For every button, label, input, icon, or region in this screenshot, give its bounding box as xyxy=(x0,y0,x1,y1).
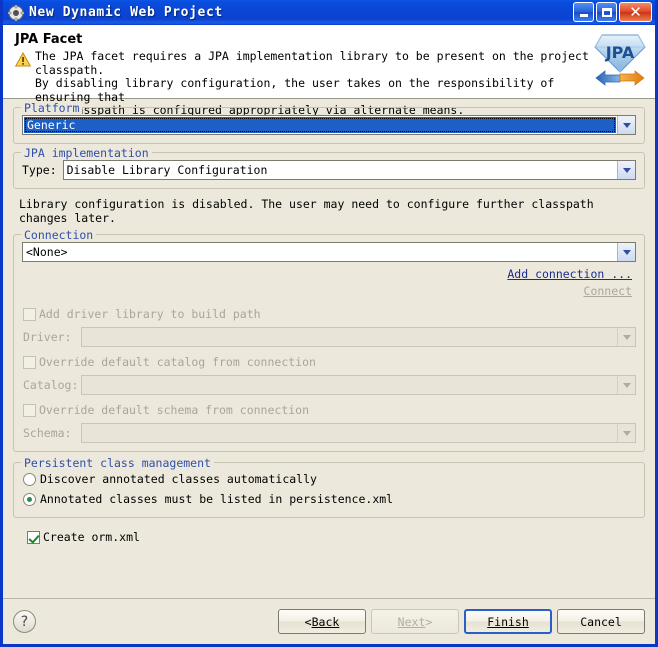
platform-combo[interactable]: Generic xyxy=(22,115,636,135)
dialog-button-bar: ? < Back Next > Finish Cancel xyxy=(3,598,655,644)
help-icon[interactable]: ? xyxy=(13,610,36,633)
cancel-button[interactable]: Cancel xyxy=(557,609,645,634)
title-bar: New Dynamic Web Project ✕ xyxy=(3,0,655,25)
persistent-class-management-group: Persistent class management Discover ann… xyxy=(13,456,645,518)
finish-button[interactable]: Finish xyxy=(464,609,552,634)
back-label: Back xyxy=(311,614,340,629)
override-catalog-checkbox-row: Override default catalog from connection xyxy=(23,355,636,369)
override-schema-checkbox-row: Override default schema from connection xyxy=(23,403,636,417)
platform-chevron-down-icon[interactable] xyxy=(617,116,635,134)
next-label: Next xyxy=(397,614,426,629)
override-schema-checkbox xyxy=(23,403,36,417)
close-button[interactable]: ✕ xyxy=(619,2,652,22)
chevron-down-glyph xyxy=(622,382,631,388)
add-driver-library-checkbox-row[interactable]: Add driver library to build path xyxy=(23,307,636,321)
type-combo-value: Disable Library Configuration xyxy=(66,163,268,177)
driver-combo xyxy=(81,327,636,347)
catalog-chevron-down-icon xyxy=(617,376,635,394)
type-chevron-down-icon[interactable] xyxy=(617,161,635,179)
cancel-label: Cancel xyxy=(580,614,622,629)
schema-row: Schema: xyxy=(23,423,636,443)
help-glyph: ? xyxy=(20,613,29,630)
close-icon: ✕ xyxy=(629,2,642,21)
connection-combo-value: <None> xyxy=(26,245,68,259)
window-title: New Dynamic Web Project xyxy=(29,5,223,20)
minimize-button[interactable] xyxy=(573,2,594,22)
warning-triangle-icon xyxy=(14,51,32,67)
back-prefix: < xyxy=(304,614,312,629)
catalog-label: Catalog: xyxy=(23,378,79,392)
connect-link: Connect xyxy=(583,284,632,298)
next-button: Next > xyxy=(371,609,459,634)
chevron-down-glyph xyxy=(622,122,631,128)
window-controls: ✕ xyxy=(573,2,652,22)
wizard-buttons: < Back Next > Finish Cancel xyxy=(278,609,645,634)
schema-combo-value xyxy=(82,424,617,442)
finish-label: Finish xyxy=(487,614,529,629)
jpa-implementation-group: JPA implementation Type: Disable Library… xyxy=(13,146,645,189)
radio-discover-annotated[interactable] xyxy=(23,472,36,486)
next-suffix: > xyxy=(425,614,433,629)
catalog-row: Catalog: xyxy=(23,375,636,395)
chevron-down-glyph xyxy=(622,334,631,340)
schema-combo xyxy=(81,423,636,443)
jpa-implementation-group-label: JPA implementation xyxy=(21,146,152,160)
radio-annotated-listed[interactable] xyxy=(23,492,36,506)
connection-group: Connection <None> Add connection ... Con… xyxy=(13,228,645,452)
override-catalog-label: Override default catalog from connection xyxy=(39,355,316,369)
type-label: Type: xyxy=(22,163,57,177)
radio-discover-annotated-row[interactable]: Discover annotated classes automatically xyxy=(23,472,636,486)
create-orm-checkbox[interactable] xyxy=(27,530,40,544)
schema-chevron-down-icon xyxy=(617,424,635,442)
add-connection-link[interactable]: Add connection ... xyxy=(507,267,632,281)
back-button[interactable]: < Back xyxy=(278,609,366,634)
catalog-combo-value xyxy=(82,376,617,394)
override-catalog-checkbox xyxy=(23,355,36,369)
add-driver-library-label: Add driver library to build path xyxy=(39,307,261,321)
driver-chevron-down-icon xyxy=(617,328,635,346)
svg-text:JPA: JPA xyxy=(605,43,635,62)
driver-combo-value xyxy=(82,328,617,346)
type-combo[interactable]: Disable Library Configuration xyxy=(62,160,636,180)
override-schema-label: Override default schema from connection xyxy=(39,403,310,417)
create-orm-checkbox-row[interactable]: Create orm.xml xyxy=(27,530,645,544)
chevron-down-glyph xyxy=(622,167,631,173)
platform-group-label: Platform xyxy=(21,101,83,115)
catalog-combo xyxy=(81,375,636,395)
schema-label: Schema: xyxy=(23,426,72,440)
create-orm-label: Create orm.xml xyxy=(43,530,140,544)
driver-label: Driver: xyxy=(23,330,72,344)
library-config-info: Library configuration is disabled. The u… xyxy=(19,197,594,225)
chevron-down-glyph xyxy=(622,430,631,436)
dialog-window: New Dynamic Web Project ✕ JPA Facet The … xyxy=(0,0,658,647)
connection-combo[interactable]: <None> xyxy=(22,242,636,262)
chevron-down-glyph xyxy=(622,249,631,255)
radio-annotated-listed-label: Annotated classes must be listed in pers… xyxy=(40,492,394,506)
platform-combo-value: Generic xyxy=(24,117,616,133)
platform-group: Platform Generic xyxy=(13,101,645,144)
app-gear-icon xyxy=(7,4,25,21)
connection-links: Add connection ... Connect xyxy=(22,267,636,301)
connection-group-label: Connection xyxy=(21,228,97,242)
add-driver-library-checkbox xyxy=(23,307,36,321)
driver-row: Driver: xyxy=(23,327,636,347)
connection-chevron-down-icon[interactable] xyxy=(617,243,635,261)
persistent-class-management-group-label: Persistent class management xyxy=(21,456,214,470)
jpa-diamond-logo: JPA xyxy=(591,27,649,95)
radio-annotated-listed-row[interactable]: Annotated classes must be listed in pers… xyxy=(23,492,636,506)
type-row: Type: Disable Library Configuration xyxy=(22,160,636,180)
maximize-icon xyxy=(601,7,612,17)
dialog-header: JPA Facet The JPA facet requires a JPA i… xyxy=(3,25,655,117)
dialog-content: Platform Generic JPA implementation Type… xyxy=(3,99,655,544)
maximize-button[interactable] xyxy=(596,2,617,22)
page-title: JPA Facet xyxy=(15,32,83,47)
radio-discover-annotated-label: Discover annotated classes automatically xyxy=(40,472,317,486)
minimize-icon xyxy=(579,14,588,17)
